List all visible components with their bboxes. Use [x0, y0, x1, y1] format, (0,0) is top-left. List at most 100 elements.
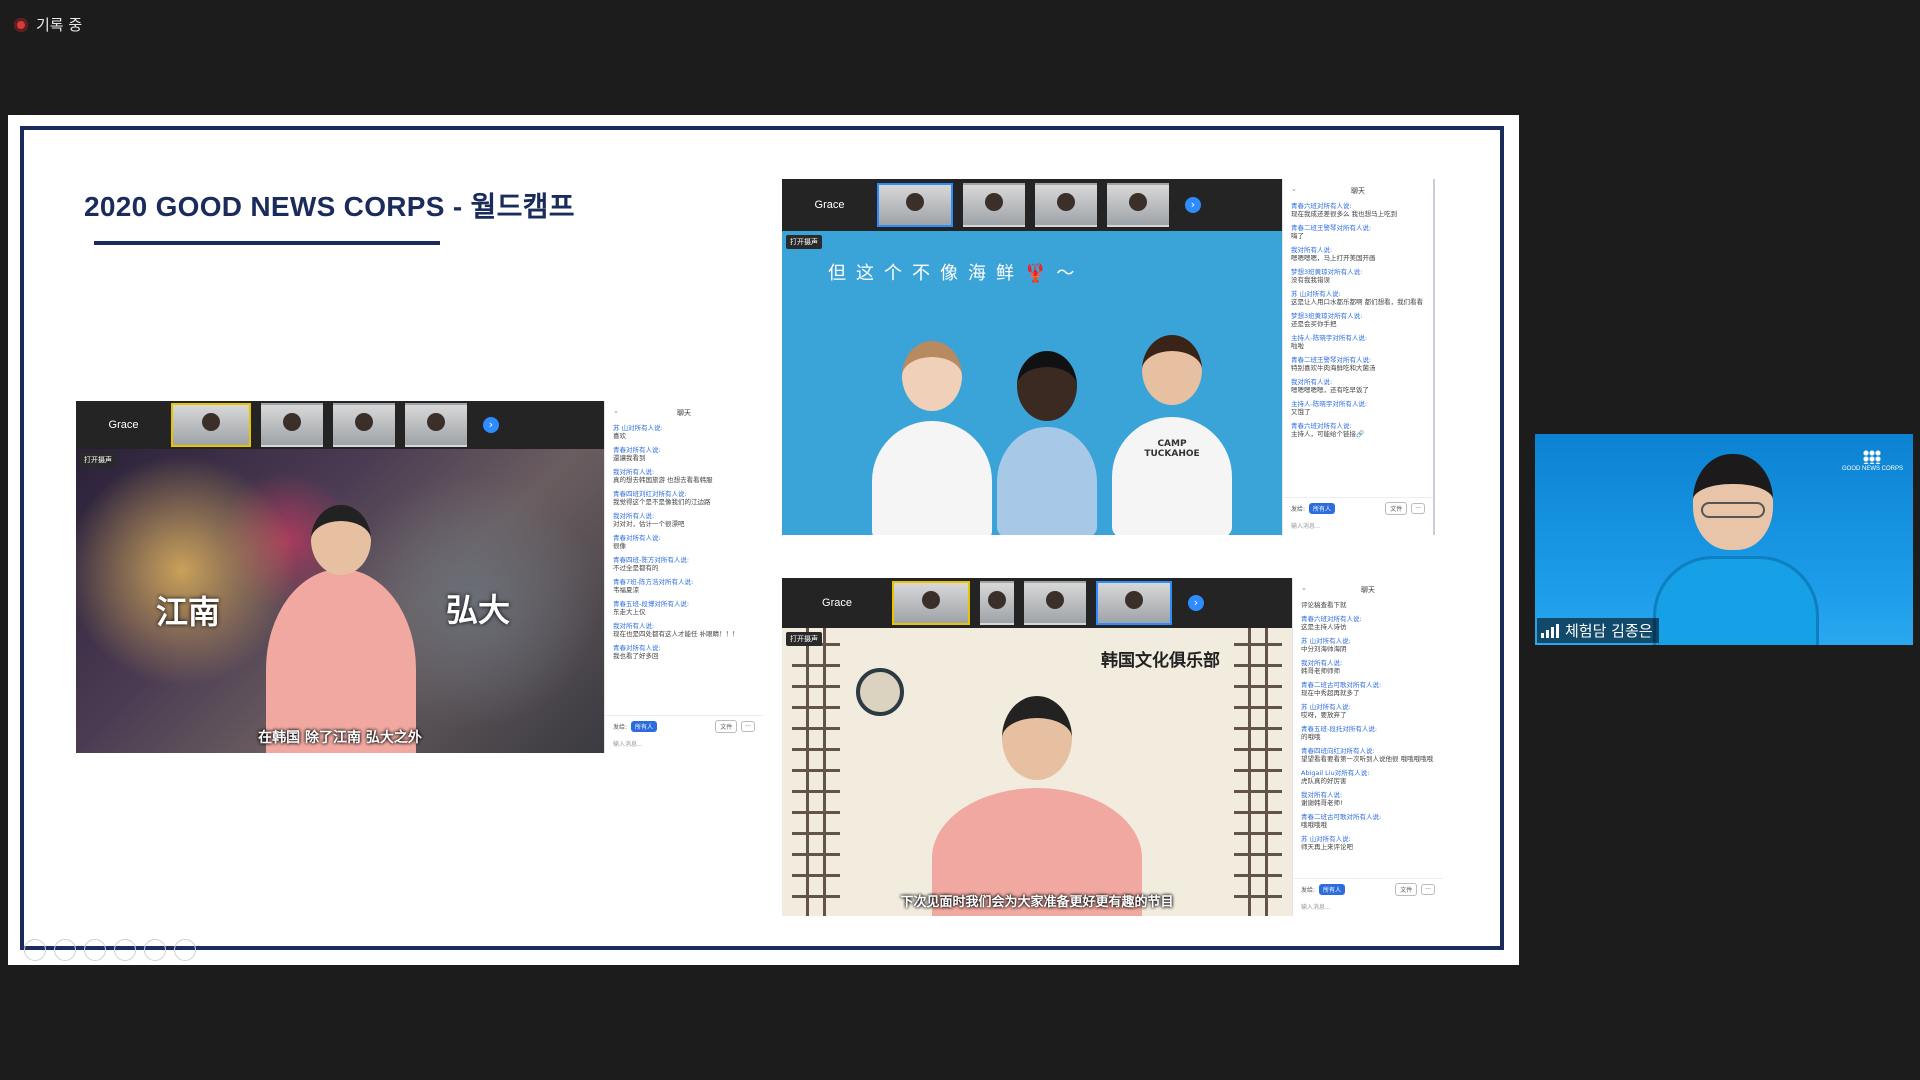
video-area: 打开摄声 江南 弘大 在韩国 除了江南 弘大之外 — [76, 449, 604, 753]
chat-sender: 我对所有人说: — [613, 622, 655, 630]
chat-message: 青春六班对所有人说: 现在我成还差很多么 我也想马上吃到 — [1291, 202, 1425, 218]
chat-message: 苏 山对所有人说: 中分刘海帅海阴 — [1301, 637, 1435, 653]
video-area: 打开摄声 但这个不像海鲜🦞～ CAMP TUCKAHOE — [782, 231, 1282, 535]
participant-thumb — [877, 183, 953, 227]
recording-indicator[interactable]: 기록 중 — [14, 14, 82, 35]
signal-strength-icon — [1541, 623, 1559, 638]
chat-sender: Abigail Liu对所有人说: — [1301, 769, 1370, 777]
lattice-left — [792, 628, 840, 916]
presenter — [997, 351, 1097, 535]
host-name: Grace — [822, 597, 852, 609]
chat-text: 嗯嗯嗯嗯嗯，还有吃早饭了 — [1291, 386, 1369, 394]
recording-label: 기록 중 — [36, 16, 83, 34]
next-arrow-icon: › — [1188, 595, 1204, 611]
chat-message: 青春四班刘红对所有人说: 我觉得这个是不是像我们的江边路 — [613, 490, 755, 506]
chat-text: 谢谢韩哥老师! — [1301, 799, 1343, 807]
chat-message: Abigail Liu对所有人说: 虎队真的好厉害 — [1301, 769, 1435, 785]
video-caption: 下次见面时我们会为大家准备更好更有趣的节目 — [900, 895, 1174, 910]
chevron-down-icon: ⌄ — [613, 407, 619, 415]
send-to-label: 发给: — [613, 724, 628, 731]
chat-message: 梦想3班黄琼对所有人说: 还是会买你手把 — [1291, 312, 1425, 328]
more-icon: ··· — [1411, 503, 1425, 514]
speaker-video-tile[interactable]: GOOD NEWS CORPS 체험담 김종은 — [1535, 434, 1913, 645]
chat-text: 虎队真的好厉害 — [1301, 777, 1347, 785]
file-button: 文件 — [1385, 502, 1408, 515]
chat-sender: 青春对所有人说: — [613, 534, 661, 542]
brand-text: GOOD NEWS CORPS — [1841, 466, 1903, 472]
chat-message: 青春二班王警琴对所有人说: 特别喜欢牛肉海鲜吃和大菌汤 — [1291, 356, 1425, 372]
chat-message: 我对所有人说: 嗯嗯嗯嗯嗯，还有吃早饭了 — [1291, 378, 1425, 394]
chat-message: 我对所有人说: 韩哥老师师师 — [1301, 659, 1435, 675]
chat-sender: 苏 山对所有人说: — [1301, 835, 1351, 843]
chat-sender: 苏 山对所有人说: — [613, 424, 663, 432]
chat-sender: 青春7班-陈方浩对所有人说: — [613, 578, 694, 586]
chat-sender: 梦想3班黄琼对所有人说: — [1291, 312, 1363, 320]
chat-sender: 青春六班对所有人说: — [1301, 615, 1362, 623]
chat-sender: 我对所有人说: — [1291, 378, 1333, 386]
record-icon — [14, 17, 28, 32]
presenter — [266, 505, 416, 753]
chat-sender: 青春六班对所有人说: — [1291, 422, 1352, 430]
chat-message: 我对所有人说: 现在也是四处都有这人才能任 补眼睛！！！ — [613, 622, 755, 638]
toolbar-icon[interactable] — [174, 939, 196, 961]
participant-thumb — [261, 403, 323, 447]
chat-text: 真的想去韩国旅游 也想去看看韩服 — [613, 476, 713, 484]
chat-panel-left: ⌄ 聊天 苏 山对所有人说: 喜欢 青春对所有人说: 還讓我看到 我对所有人说: 真的想去… — [604, 401, 763, 753]
toolbar-icon[interactable] — [24, 939, 46, 961]
chat-text: 哦哦哦哦 — [1301, 821, 1327, 829]
participant-thumb — [892, 581, 970, 625]
chat-message: 评论稿查看下就 — [1301, 601, 1435, 609]
chat-sender: 青春二班王警琴对所有人说: — [1291, 356, 1372, 364]
chat-text: 现在中秀超再就多了 — [1301, 689, 1360, 697]
chat-text: 主持人，可能给个链接🔗 — [1291, 430, 1365, 438]
chat-message: 青春7班-陈方浩对所有人说: 韦福夏涼 — [613, 578, 755, 594]
video-banner: 韩国文化俱乐部 — [1101, 651, 1220, 671]
chat-message: 梦想3班黄琼对所有人说: 没有我我错误 — [1291, 268, 1425, 284]
chat-text: 特别喜欢牛肉海鲜吃和大菌汤 — [1291, 364, 1376, 372]
toolbar-icon[interactable] — [144, 939, 166, 961]
chat-message: 青春六班对所有人说: 这是主持人诗仿 — [1301, 615, 1435, 631]
participant-thumb — [171, 403, 251, 447]
chat-sender: 青春六班对所有人说: — [1291, 202, 1352, 210]
chat-text: 我觉得这个是不是像我们的江边路 — [613, 498, 711, 506]
toolbar-icon[interactable] — [54, 939, 76, 961]
gallery-strip: Grace › — [782, 578, 1292, 628]
toolbar-icon[interactable] — [114, 939, 136, 961]
next-arrow-icon: › — [1185, 197, 1201, 213]
chat-text: 中分刘海帅海阴 — [1301, 645, 1347, 653]
chat-sender: 青春二班王警琴对所有人说: — [1291, 224, 1372, 232]
chat-text: 现在也是四处都有这人才能任 补眼睛！！！ — [613, 630, 739, 638]
file-button: 文件 — [1395, 883, 1418, 896]
overlay-text-left: 江南 — [156, 593, 221, 631]
unmute-tag: 打开摄声 — [786, 235, 822, 249]
chat-messages: 评论稿查看下就 青春六班对所有人说: 这是主持人诗仿苏 山对所有人说: 中分刘海帅海阴… — [1293, 601, 1443, 851]
chat-message: 青春六班对所有人说: 主持人，可能给个链接🔗 — [1291, 422, 1425, 438]
shirt-text: CAMP TUCKAHOE — [1144, 439, 1200, 459]
chat-text: 我也看了好多回 — [613, 652, 659, 660]
chat-message: 我对所有人说: 嗯嗯嗯嗯，马上打开美国开画 — [1291, 246, 1425, 262]
file-button: 文件 — [715, 720, 738, 733]
chat-text: 哎呀，要放弃了 — [1301, 711, 1347, 719]
chat-title: 聊天 — [1351, 187, 1365, 195]
chat-sender: 青春五班-段托对所有人说: — [1301, 725, 1378, 733]
speaker-name-tag: 체험담 김종은 — [1537, 618, 1659, 643]
recipient-pill: 所有人 — [631, 721, 658, 732]
brand-logo: GOOD NEWS CORPS — [1842, 450, 1903, 472]
chat-message: 主持人-陈晓宇对所有人说: 又饿了 — [1291, 400, 1425, 416]
chat-sender: 青春对所有人说: — [613, 644, 661, 652]
chat-text: 这是主持人诗仿 — [1301, 623, 1347, 631]
chat-text: 还是会买你手把 — [1291, 320, 1337, 328]
annotation-toolbar[interactable] — [24, 939, 196, 961]
video-caption: 在韩国 除了江南 弘大之外 — [258, 730, 422, 746]
chat-sender: 我对所有人说: — [613, 468, 655, 476]
shared-screen: 2020 GOOD NEWS CORPS - 월드캠프 Grace › 打开摄声… — [8, 115, 1519, 965]
chat-text: 东走大上仅 — [613, 608, 646, 616]
chat-text: 韦福夏涼 — [613, 586, 639, 594]
chat-message: 苏 山对所有人说: 师天再上来评论吧 — [1301, 835, 1435, 851]
toolbar-icon[interactable] — [84, 939, 106, 961]
chat-sender: 青春五班-段博对所有人说: — [613, 600, 690, 608]
chat-text: 還讓我看到 — [613, 454, 646, 462]
chat-sender: 青春四班-陈方对所有人说: — [613, 556, 690, 564]
chat-footer: 发给: 所有人 文件 ··· 输入消息... — [605, 715, 763, 753]
chat-message: 青春五班-段托对所有人说: 的哦哦 — [1301, 725, 1435, 741]
